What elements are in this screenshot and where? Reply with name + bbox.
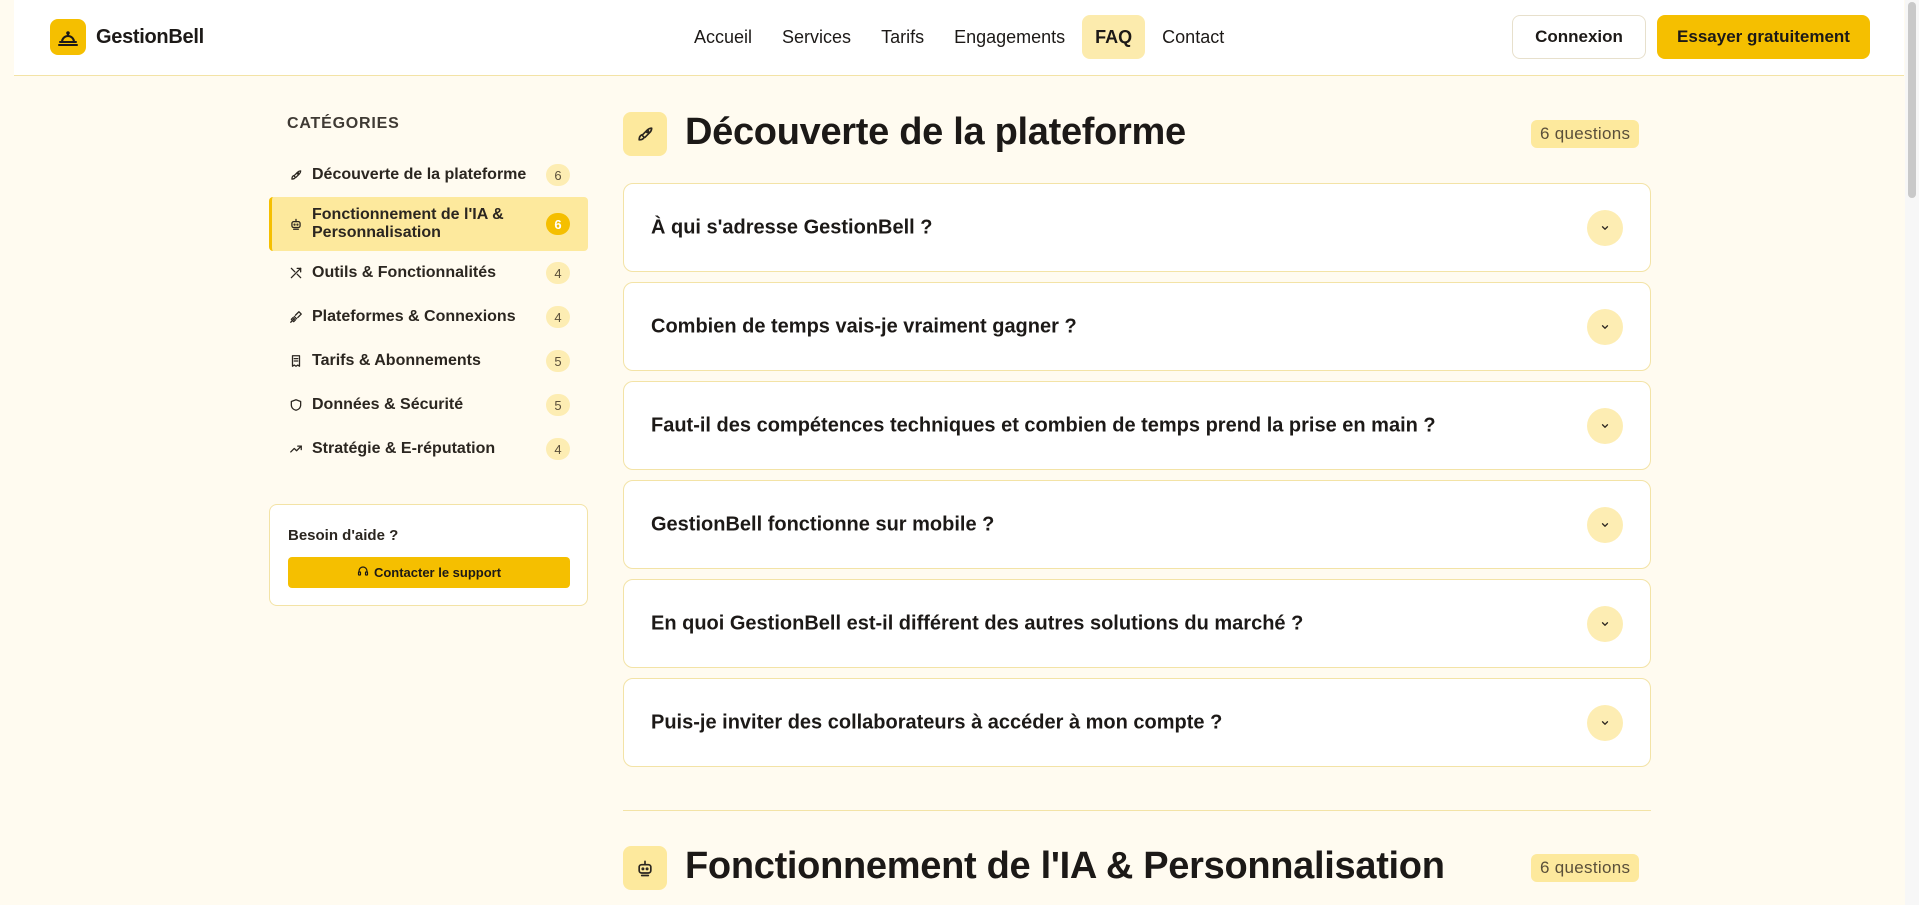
faq-question-text: GestionBell fonctionne sur mobile ? — [651, 513, 995, 535]
main-nav: Accueil Services Tarifs Engagements FAQ … — [681, 15, 1237, 59]
chevron-down-icon[interactable] — [1587, 209, 1623, 246]
category-label: Découverte de la plateforme — [312, 166, 527, 183]
category-donnees[interactable]: Données & Sécurité 5 — [269, 383, 588, 427]
category-ia[interactable]: Fonctionnement de l'IA & Personnalisatio… — [269, 197, 588, 251]
category-list: Découverte de la plateforme 6 Fonctionne… — [269, 153, 588, 471]
faq-question-text: Puis-je inviter des collaborateurs à acc… — [651, 711, 1223, 733]
nav-services[interactable]: Services — [769, 15, 864, 59]
question-count-badge: 6 questions — [1531, 854, 1640, 882]
category-strategie[interactable]: Stratégie & E-réputation 4 — [269, 427, 588, 471]
category-count: 4 — [546, 262, 570, 284]
category-plateformes[interactable]: Plateformes & Connexions 4 — [269, 295, 588, 339]
categories-heading: CATÉGORIES — [287, 115, 400, 132]
plug-icon — [289, 310, 303, 324]
nav-contact[interactable]: Contact — [1149, 15, 1237, 59]
scrollbar-thumb[interactable] — [1908, 2, 1916, 198]
nav-accueil[interactable]: Accueil — [681, 15, 765, 59]
top-header: GestionBell Accueil Services Tarifs Enga… — [14, 0, 1904, 76]
chevron-down-icon[interactable] — [1587, 506, 1623, 543]
category-count: 4 — [546, 306, 570, 328]
category-label: Données & Sécurité — [312, 396, 464, 413]
category-count: 5 — [546, 350, 570, 372]
bell-icon — [50, 19, 86, 55]
faq-question-text: En quoi GestionBell est-il différent des… — [651, 612, 1304, 634]
shield-icon — [289, 398, 303, 412]
category-tarifs[interactable]: Tarifs & Abonnements 5 — [269, 339, 588, 383]
faq-question[interactable]: GestionBell fonctionne sur mobile ? — [623, 480, 1651, 569]
bot-icon — [623, 846, 667, 890]
login-button[interactable]: Connexion — [1512, 15, 1646, 59]
bot-icon — [289, 217, 303, 231]
faq-question[interactable]: En quoi GestionBell est-il différent des… — [623, 579, 1651, 668]
nav-engagements[interactable]: Engagements — [941, 15, 1078, 59]
receipt-icon — [289, 354, 303, 368]
chevron-down-icon[interactable] — [1587, 308, 1623, 345]
contact-support-label: Contacter le support — [373, 565, 502, 580]
nav-faq[interactable]: FAQ — [1082, 15, 1146, 59]
section-title: Fonctionnement de l'IA & Personnalisatio… — [685, 845, 1445, 887]
section-divider — [623, 810, 1651, 811]
chevron-down-icon[interactable] — [1587, 407, 1623, 444]
question-count-badge: 6 questions — [1531, 120, 1640, 148]
category-count: 6 — [546, 164, 570, 186]
chevron-down-icon[interactable] — [1587, 704, 1623, 741]
rocket-icon — [289, 168, 303, 182]
section-title: Découverte de la plateforme — [685, 111, 1186, 153]
faq-question[interactable]: Faut-il des compétences techniques et co… — [623, 381, 1651, 470]
faq-question-text: À qui s'adresse GestionBell ? — [651, 216, 933, 238]
category-count: 4 — [546, 438, 570, 460]
contact-support-button[interactable]: Contacter le support — [288, 557, 570, 588]
nav-tarifs[interactable]: Tarifs — [868, 15, 937, 59]
try-free-button[interactable]: Essayer gratuitement — [1657, 15, 1870, 59]
page-scrollbar[interactable] — [1905, 0, 1919, 905]
chevron-down-icon[interactable] — [1587, 605, 1623, 642]
rocket-icon — [623, 112, 667, 156]
category-label: Fonctionnement de l'IA & Personnalisatio… — [312, 206, 504, 241]
help-title: Besoin d'aide ? — [288, 527, 399, 544]
brand-name: GestionBell — [96, 25, 204, 48]
faq-list: À qui s'adresse GestionBell ? Combien de… — [623, 183, 1651, 777]
faq-question-text: Combien de temps vais-je vraiment gagner… — [651, 315, 1077, 337]
headset-icon — [357, 565, 369, 580]
category-count: 5 — [546, 394, 570, 416]
category-label: Tarifs & Abonnements — [312, 352, 481, 369]
category-label: Outils & Fonctionnalités — [312, 264, 497, 281]
category-count: 6 — [546, 213, 570, 235]
help-box: Besoin d'aide ? Contacter le support — [269, 504, 588, 606]
faq-question[interactable]: Combien de temps vais-je vraiment gagner… — [623, 282, 1651, 371]
tools-icon — [289, 266, 303, 280]
faq-question[interactable]: À qui s'adresse GestionBell ? — [623, 183, 1651, 272]
trending-up-icon — [289, 442, 303, 456]
category-label: Stratégie & E-réputation — [312, 440, 496, 457]
brand-logo[interactable]: GestionBell — [50, 19, 204, 55]
faq-question[interactable]: Puis-je inviter des collaborateurs à acc… — [623, 678, 1651, 767]
category-outils[interactable]: Outils & Fonctionnalités 4 — [269, 251, 588, 295]
category-label: Plateformes & Connexions — [312, 308, 516, 325]
category-decouverte[interactable]: Découverte de la plateforme 6 — [269, 153, 588, 197]
faq-question-text: Faut-il des compétences techniques et co… — [651, 414, 1436, 436]
